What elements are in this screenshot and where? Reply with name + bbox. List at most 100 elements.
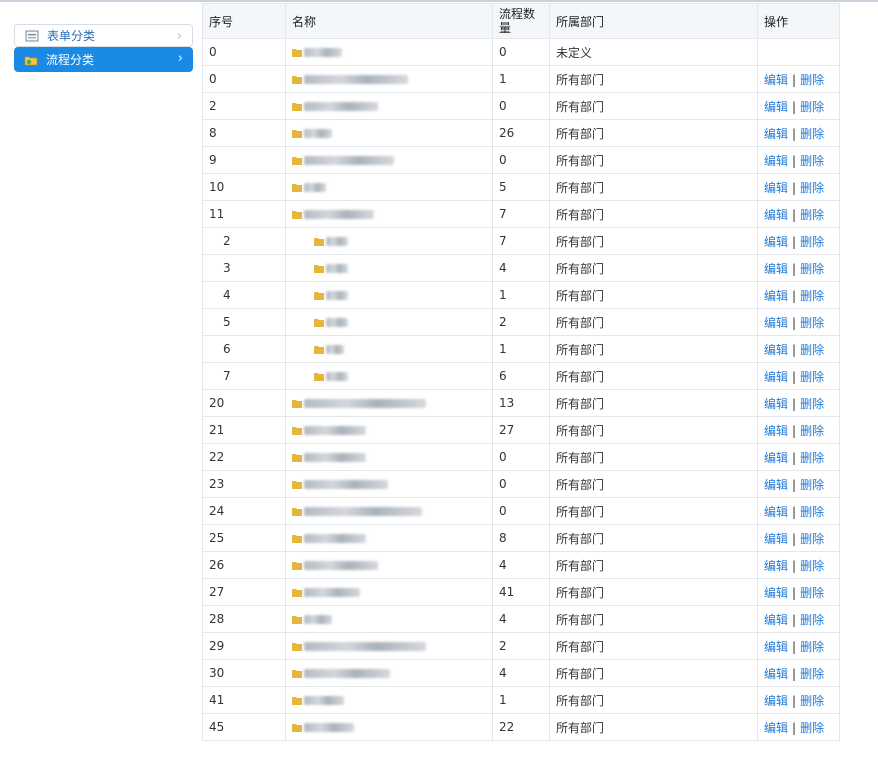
edit-link[interactable]: 编辑 — [764, 613, 788, 627]
edit-link[interactable]: 编辑 — [764, 235, 788, 249]
action-separator: | — [792, 153, 797, 168]
cell-name — [285, 524, 493, 552]
edit-link[interactable]: 编辑 — [764, 154, 788, 168]
delete-link[interactable]: 删除 — [800, 613, 824, 627]
edit-link[interactable]: 编辑 — [764, 289, 788, 303]
table-row: 20 13 所有部门 编辑 | 删除 — [202, 389, 840, 417]
edit-link[interactable]: 编辑 — [764, 100, 788, 114]
table-row: 24 0 所有部门 编辑 | 删除 — [202, 497, 840, 525]
cell-count: 41 — [492, 578, 550, 606]
cell-count: 8 — [492, 524, 550, 552]
action-separator: | — [792, 504, 797, 519]
cell-department: 所有部门 — [549, 65, 758, 93]
folder-icon — [292, 696, 302, 705]
cell-department: 所有部门 — [549, 443, 758, 471]
redacted-name — [304, 209, 374, 219]
edit-link[interactable]: 编辑 — [764, 694, 788, 708]
delete-link[interactable]: 删除 — [800, 181, 824, 195]
delete-link[interactable]: 删除 — [800, 289, 824, 303]
edit-link[interactable]: 编辑 — [764, 127, 788, 141]
edit-link[interactable]: 编辑 — [764, 505, 788, 519]
cell-actions: 编辑 | 删除 — [757, 119, 840, 147]
delete-link[interactable]: 删除 — [800, 208, 824, 222]
folder-icon — [292, 669, 302, 678]
cell-actions: 编辑 | 删除 — [757, 335, 840, 363]
edit-link[interactable]: 编辑 — [764, 640, 788, 654]
folder-icon — [292, 588, 302, 597]
cell-name — [285, 92, 493, 120]
edit-link[interactable]: 编辑 — [764, 316, 788, 330]
cell-name — [285, 200, 493, 228]
edit-link[interactable]: 编辑 — [764, 478, 788, 492]
name-wrapper — [292, 344, 486, 354]
edit-link[interactable]: 编辑 — [764, 451, 788, 465]
delete-link[interactable]: 删除 — [800, 73, 824, 87]
table-row: 0 0 未定义 — [202, 38, 840, 66]
delete-link[interactable]: 删除 — [800, 127, 824, 141]
delete-link[interactable]: 删除 — [800, 505, 824, 519]
edit-link[interactable]: 编辑 — [764, 559, 788, 573]
redacted-name — [304, 722, 354, 732]
delete-link[interactable]: 删除 — [800, 100, 824, 114]
redacted-name — [326, 371, 348, 381]
delete-link[interactable]: 删除 — [800, 343, 824, 357]
sidebar-item-workflow-category[interactable]: 流程分类 › — [14, 47, 193, 72]
cell-actions: 编辑 | 删除 — [757, 686, 840, 714]
edit-link[interactable]: 编辑 — [764, 397, 788, 411]
name-wrapper — [292, 398, 486, 408]
delete-link[interactable]: 删除 — [800, 478, 824, 492]
cell-name — [285, 173, 493, 201]
action-separator: | — [792, 666, 797, 681]
cell-department: 所有部门 — [549, 659, 758, 687]
delete-link[interactable]: 删除 — [800, 721, 824, 735]
cell-name — [285, 443, 493, 471]
edit-link[interactable]: 编辑 — [764, 73, 788, 87]
edit-link[interactable]: 编辑 — [764, 181, 788, 195]
delete-link[interactable]: 删除 — [800, 424, 824, 438]
folder-icon — [292, 156, 302, 165]
edit-link[interactable]: 编辑 — [764, 424, 788, 438]
sidebar-item-form-category[interactable]: 表单分类 › — [14, 24, 193, 47]
edit-link[interactable]: 编辑 — [764, 208, 788, 222]
cell-count: 0 — [492, 146, 550, 174]
delete-link[interactable]: 删除 — [800, 370, 824, 384]
delete-link[interactable]: 删除 — [800, 640, 824, 654]
delete-link[interactable]: 删除 — [800, 235, 824, 249]
edit-link[interactable]: 编辑 — [764, 532, 788, 546]
delete-link[interactable]: 删除 — [800, 154, 824, 168]
edit-link[interactable]: 编辑 — [764, 343, 788, 357]
edit-link[interactable]: 编辑 — [764, 262, 788, 276]
cell-name — [285, 551, 493, 579]
delete-link[interactable]: 删除 — [800, 262, 824, 276]
delete-link[interactable]: 删除 — [800, 694, 824, 708]
cell-department: 所有部门 — [549, 524, 758, 552]
name-wrapper — [292, 371, 486, 381]
delete-link[interactable]: 删除 — [800, 397, 824, 411]
cell-seq: 0 — [202, 65, 286, 93]
folder-icon — [292, 75, 302, 84]
cell-department: 所有部门 — [549, 200, 758, 228]
delete-link[interactable]: 删除 — [800, 451, 824, 465]
edit-link[interactable]: 编辑 — [764, 667, 788, 681]
table-row: 0 1 所有部门 编辑 | 删除 — [202, 65, 840, 93]
cell-count: 5 — [492, 173, 550, 201]
delete-link[interactable]: 删除 — [800, 316, 824, 330]
cell-actions: 编辑 | 删除 — [757, 713, 840, 741]
name-wrapper — [292, 668, 486, 678]
cell-actions — [757, 38, 840, 66]
cell-count: 27 — [492, 416, 550, 444]
table-row: 4 1 所有部门 编辑 | 删除 — [202, 281, 840, 309]
cell-department: 所有部门 — [549, 551, 758, 579]
name-wrapper — [292, 263, 486, 273]
table-row: 23 0 所有部门 编辑 | 删除 — [202, 470, 840, 498]
delete-link[interactable]: 删除 — [800, 559, 824, 573]
edit-link[interactable]: 编辑 — [764, 370, 788, 384]
delete-link[interactable]: 删除 — [800, 586, 824, 600]
delete-link[interactable]: 删除 — [800, 532, 824, 546]
edit-link[interactable]: 编辑 — [764, 721, 788, 735]
table-row: 6 1 所有部门 编辑 | 删除 — [202, 335, 840, 363]
action-separator: | — [792, 261, 797, 276]
delete-link[interactable]: 删除 — [800, 667, 824, 681]
edit-link[interactable]: 编辑 — [764, 586, 788, 600]
cell-department: 所有部门 — [549, 713, 758, 741]
